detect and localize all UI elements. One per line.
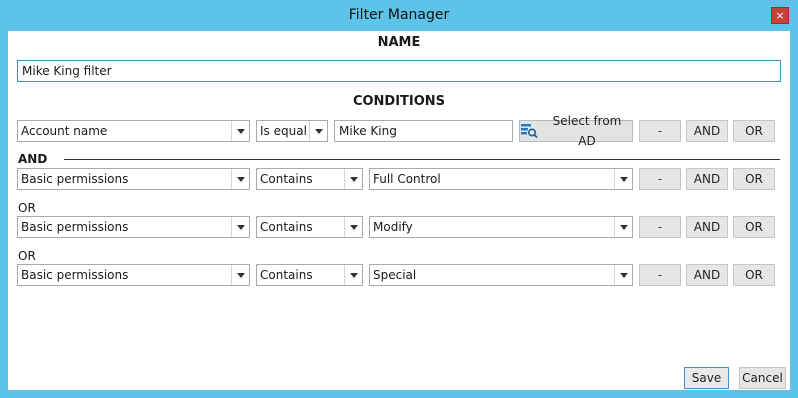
chevron-down-icon[interactable] [309, 121, 327, 141]
select-from-ad-button[interactable]: Select from AD [519, 114, 633, 148]
field-combo[interactable]: Basic permissions [17, 264, 250, 286]
value-combo[interactable]: Full Control [369, 168, 633, 190]
conditions-heading: CONDITIONS [352, 94, 446, 109]
chevron-down-icon[interactable] [344, 169, 362, 189]
chevron-down-icon[interactable] [614, 169, 632, 189]
chevron-down-icon[interactable] [231, 217, 249, 237]
add-or-button[interactable]: OR [733, 264, 775, 286]
connector-label: AND [18, 152, 48, 166]
title-bar[interactable]: Filter Manager × [0, 0, 798, 31]
close-button[interactable]: × [771, 7, 789, 24]
chevron-down-icon[interactable] [614, 217, 632, 237]
field-value: Basic permissions [21, 172, 129, 186]
first-operator-value: Is equal t [260, 124, 308, 138]
operator-value: Contains [260, 268, 313, 282]
first-operator-combo[interactable]: Is equal t [256, 120, 328, 142]
field-combo[interactable]: Basic permissions [17, 168, 250, 190]
filter-name-input[interactable]: Mike King filter [17, 60, 781, 82]
and-divider [64, 159, 780, 160]
operator-combo[interactable]: Contains [256, 216, 363, 238]
add-or-button[interactable]: OR [733, 120, 775, 142]
add-or-button[interactable]: OR [733, 216, 775, 238]
operator-value: Contains [260, 220, 313, 234]
save-button[interactable]: Save [684, 367, 729, 389]
chevron-down-icon[interactable] [231, 265, 249, 285]
add-and-button[interactable]: AND [686, 120, 728, 142]
field-value: Basic permissions [21, 268, 129, 282]
value-combo[interactable]: Special [369, 264, 633, 286]
connector-label: OR [18, 201, 36, 215]
value-value: Full Control [373, 172, 441, 186]
field-value: Basic permissions [21, 220, 129, 234]
value-value: Modify [373, 220, 413, 234]
window-title: Filter Manager [348, 7, 450, 23]
chevron-down-icon[interactable] [344, 265, 362, 285]
remove-condition-button[interactable]: - [639, 264, 681, 286]
operator-combo[interactable]: Contains [256, 264, 363, 286]
connector-label: OR [18, 249, 36, 263]
cancel-button[interactable]: Cancel [739, 367, 786, 389]
first-value-input[interactable]: Mike King [334, 120, 513, 142]
first-field-combo[interactable]: Account name [17, 120, 250, 142]
name-heading: NAME [377, 35, 421, 50]
operator-value: Contains [260, 172, 313, 186]
operator-combo[interactable]: Contains [256, 168, 363, 190]
directory-search-icon [521, 124, 538, 139]
field-combo[interactable]: Basic permissions [17, 216, 250, 238]
filter-manager-window: Filter Manager × NAME Mike King filter C… [0, 0, 798, 398]
remove-condition-button[interactable]: - [639, 168, 681, 190]
first-field-value: Account name [21, 124, 108, 138]
select-from-ad-label: Select from AD [552, 114, 622, 148]
chevron-down-icon[interactable] [614, 265, 632, 285]
add-and-button[interactable]: AND [686, 264, 728, 286]
add-and-button[interactable]: AND [686, 216, 728, 238]
value-value: Special [373, 268, 417, 282]
add-and-button[interactable]: AND [686, 168, 728, 190]
chevron-down-icon[interactable] [344, 217, 362, 237]
value-combo[interactable]: Modify [369, 216, 633, 238]
dialog-body: NAME Mike King filter CONDITIONS Account… [8, 31, 790, 390]
remove-condition-button[interactable]: - [639, 120, 681, 142]
chevron-down-icon[interactable] [231, 121, 249, 141]
add-or-button[interactable]: OR [733, 168, 775, 190]
chevron-down-icon[interactable] [231, 169, 249, 189]
remove-condition-button[interactable]: - [639, 216, 681, 238]
